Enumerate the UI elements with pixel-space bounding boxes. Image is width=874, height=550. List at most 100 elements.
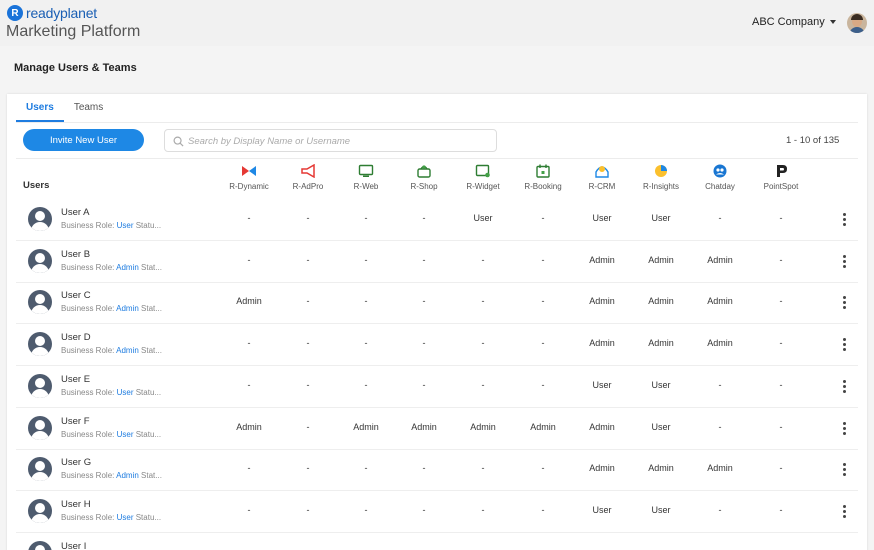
status-truncated: Stat... — [138, 346, 162, 356]
permission-cell: - — [718, 213, 722, 223]
search-input[interactable] — [188, 133, 488, 149]
app-label: R-Dynamic — [229, 182, 269, 191]
permission-cell: Admin — [589, 338, 615, 349]
business-role-value[interactable]: User — [117, 221, 134, 230]
search-box[interactable] — [164, 129, 497, 152]
top-bar: R readyplanet Marketing Platform ABC Com… — [0, 0, 874, 46]
table-row[interactable]: User F Business Role: User Statu... Admin -… — [16, 408, 858, 450]
permission-cell: - — [779, 421, 783, 432]
status-truncated: Stat... — [138, 304, 162, 314]
table-row[interactable]: User E Business Role: User Statu... - - - - - -… — [16, 366, 858, 408]
business-role-value[interactable]: Admin — [116, 304, 139, 313]
business-role-value[interactable]: Admin — [116, 263, 139, 272]
more-options-icon[interactable] — [840, 295, 848, 311]
company-switcher[interactable]: ABC Company — [752, 16, 836, 28]
table-row[interactable]: User B Business Role: Admin Stat... - - - - - -… — [16, 241, 858, 283]
table-row[interactable]: User D Business Role: Admin Stat... - - - - - -… — [16, 324, 858, 367]
business-role-label: Business Role: — [61, 262, 117, 272]
app-label: R-Booking — [524, 182, 562, 191]
more-options-icon[interactable] — [840, 379, 848, 395]
permission-cell: - — [422, 338, 426, 349]
divider — [16, 122, 858, 123]
pie-icon — [655, 165, 667, 177]
user-avatar-icon — [28, 415, 52, 440]
app-label: R-Widget — [466, 182, 500, 191]
search-icon — [173, 136, 184, 147]
permission-cell: - — [364, 463, 368, 474]
app-header-r-insights: R-Insights — [631, 164, 691, 191]
bag-icon — [417, 165, 431, 178]
pagination-info: 1 - 10 of 135 — [786, 135, 840, 146]
more-options-icon[interactable] — [840, 462, 848, 478]
widget-icon — [475, 164, 490, 178]
permission-cell: Admin — [707, 254, 733, 265]
app-header-r-adpro: R-AdPro — [278, 164, 338, 191]
permission-cell: - — [718, 421, 722, 432]
more-options-icon[interactable] — [840, 504, 848, 520]
user-avatar-icon — [28, 332, 52, 357]
permission-cell: - — [247, 463, 251, 474]
user-name: User H — [61, 498, 91, 510]
permission-cell: - — [481, 254, 485, 265]
user-meta: Business Role: Admin Stat... — [61, 471, 162, 480]
user-meta: Business Role: User Statu... — [61, 388, 161, 397]
app-label: Chatday — [705, 182, 735, 191]
brand-logo[interactable]: R readyplanet — [7, 5, 97, 21]
permission-cell: Admin — [648, 338, 674, 349]
business-role-value[interactable]: Admin — [116, 471, 139, 480]
table-row[interactable]: User I — [16, 533, 858, 550]
permission-cell: Admin — [648, 296, 674, 307]
permission-cell: Admin — [648, 254, 674, 265]
app-label: R-CRM — [588, 182, 616, 191]
table-row[interactable]: User H Business Role: User Statu... - - - - - -… — [16, 491, 858, 533]
business-role-value[interactable]: Admin — [116, 346, 139, 355]
monitor-icon — [358, 164, 374, 177]
tab-teams[interactable]: Teams — [64, 94, 113, 122]
permission-cell: - — [364, 213, 368, 223]
business-role-label: Business Role: — [61, 429, 117, 439]
status-truncated: Stat... — [138, 262, 162, 272]
business-role-label: Business Role: — [61, 387, 117, 397]
app-label: R-Shop — [410, 182, 438, 191]
permission-cell: Admin — [236, 421, 262, 432]
business-role-value[interactable]: User — [117, 388, 134, 397]
more-options-icon[interactable] — [840, 212, 848, 228]
permission-cell: - — [779, 213, 783, 223]
pointspot-icon — [777, 165, 787, 177]
tab-users[interactable]: Users — [16, 94, 64, 122]
user-avatar-icon — [28, 207, 52, 231]
business-role-value[interactable]: User — [117, 513, 134, 522]
app-header-r-widget: R-Widget — [453, 164, 513, 191]
calendar-icon — [536, 164, 550, 178]
permission-cell: - — [718, 379, 722, 390]
table-row[interactable]: User A Business Role: User Statu... - - - - Us… — [16, 199, 858, 241]
permission-cell: Admin — [707, 338, 733, 349]
permission-cell: - — [306, 504, 310, 515]
app-header-r-dynamic: R-Dynamic — [219, 164, 279, 191]
invite-new-user-button[interactable]: Invite New User — [23, 129, 144, 151]
permission-cell: - — [541, 379, 545, 390]
business-role-label: Business Role: — [61, 221, 117, 230]
permission-cell: - — [247, 254, 251, 265]
status-truncated: Statu... — [133, 429, 162, 439]
permission-cell: Admin — [589, 463, 615, 474]
user-avatar-icon — [28, 290, 52, 315]
permission-cell: Admin — [589, 296, 615, 307]
table-row[interactable]: User G Business Role: Admin Stat... - - - - - -… — [16, 449, 858, 492]
user-meta: Business Role: User Statu... — [61, 513, 161, 522]
user-name: User A — [61, 207, 90, 218]
user-avatar-icon — [28, 373, 52, 398]
permission-cell: Admin — [236, 296, 262, 307]
user-avatar[interactable] — [847, 13, 867, 33]
table-row[interactable]: User C Business Role: Admin Stat... Admin -… — [16, 282, 858, 325]
permission-cell: - — [306, 296, 310, 307]
more-options-icon[interactable] — [840, 337, 848, 353]
user-meta: Business Role: User Statu... — [61, 430, 161, 439]
permission-cell: User — [592, 504, 612, 515]
more-options-icon[interactable] — [840, 421, 848, 437]
more-options-icon[interactable] — [840, 254, 848, 270]
platform-title: Marketing Platform — [6, 23, 141, 40]
user-name: User I — [61, 540, 87, 550]
business-role-value[interactable]: User — [117, 430, 134, 439]
user-name: User F — [61, 415, 90, 427]
